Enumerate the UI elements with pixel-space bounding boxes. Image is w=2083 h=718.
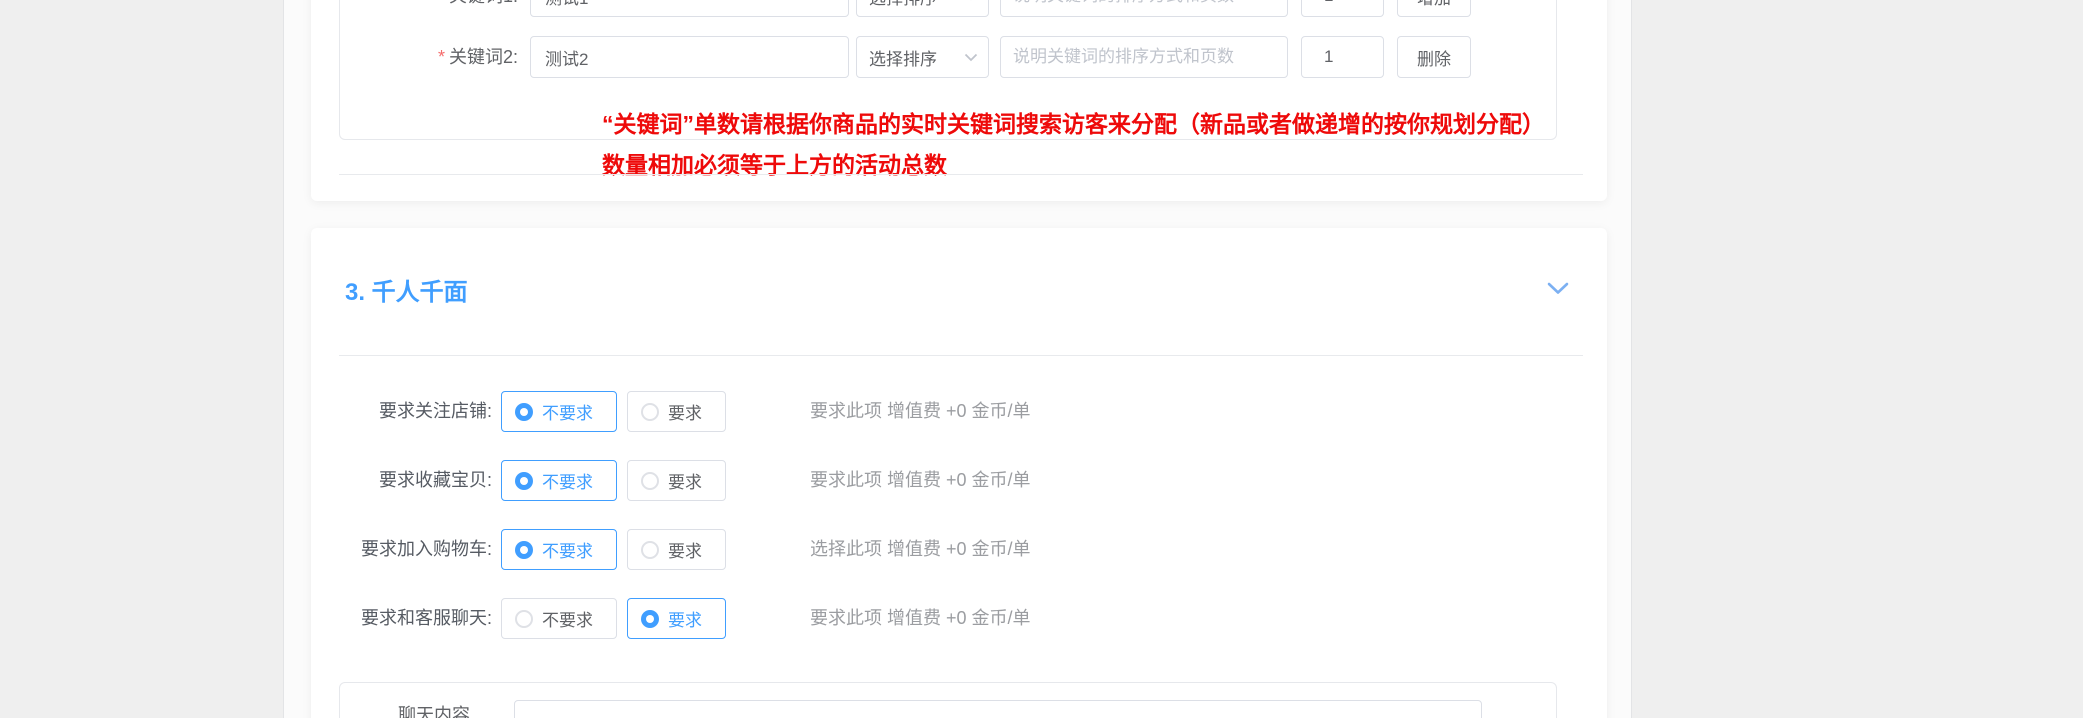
- radio-label: 要求: [668, 537, 702, 562]
- radio-required[interactable]: 要求: [627, 529, 726, 570]
- keyword-row-1: *关键词1: 选择排序 增加: [0, 0, 2083, 17]
- radio-label: 不要求: [542, 606, 593, 631]
- warning-line-2: 数量相加必须等于上方的活动总数: [602, 145, 1545, 186]
- chevron-down-icon: [964, 53, 978, 62]
- chat-service-row: 要求和客服聊天: 不要求 要求 要求此项 增值费 +0 金币/单: [0, 598, 2083, 639]
- section-title: 3. 千人千面: [345, 272, 468, 307]
- keyword-2-label: *关键词2:: [404, 36, 518, 78]
- favorite-item-label: 要求收藏宝贝:: [300, 460, 492, 501]
- chevron-down-icon: [964, 0, 978, 1]
- keyword-1-sort-desc-input[interactable]: [1000, 0, 1288, 17]
- radio-required[interactable]: 要求: [627, 598, 726, 639]
- surcharge-note: 要求此项 增值费 +0 金币/单: [810, 460, 1031, 501]
- page: *关键词1: 选择排序 增加 *关键词2: 选择排序 删除 “关键词”单数请根: [0, 0, 2083, 718]
- follow-shop-label: 要求关注店铺:: [300, 391, 492, 432]
- keyword-2-count-input[interactable]: [1301, 36, 1384, 78]
- add-to-cart-label: 要求加入购物车:: [300, 529, 492, 570]
- add-keyword-button[interactable]: 增加: [1397, 0, 1471, 17]
- required-asterisk: *: [438, 0, 445, 6]
- radio-label: 要求: [668, 399, 702, 424]
- radio-label: 不要求: [542, 399, 593, 424]
- surcharge-note: 选择此项 增值费 +0 金币/单: [810, 529, 1031, 570]
- keyword-row-2: *关键词2: 选择排序 删除: [0, 36, 2083, 78]
- add-to-cart-row: 要求加入购物车: 不要求 要求 选择此项 增值费 +0 金币/单: [0, 529, 2083, 570]
- keyword-1-count-input[interactable]: [1301, 0, 1384, 17]
- keyword-1-label: *关键词1:: [404, 0, 518, 17]
- radio-selected-icon: [515, 403, 533, 421]
- sort-select-value: 选择排序: [869, 0, 937, 9]
- radio-selected-icon: [515, 541, 533, 559]
- radio-unselected-icon: [641, 403, 659, 421]
- radio-not-required[interactable]: 不要求: [501, 598, 617, 639]
- radio-not-required[interactable]: 不要求: [501, 460, 617, 501]
- follow-shop-row: 要求关注店铺: 不要求 要求 要求此项 增值费 +0 金币/单: [0, 391, 2083, 432]
- sort-select-value: 选择排序: [869, 45, 937, 70]
- radio-selected-icon: [641, 610, 659, 628]
- keyword-1-sort-select[interactable]: 选择排序: [856, 0, 989, 17]
- radio-label: 要求: [668, 606, 702, 631]
- radio-unselected-icon: [641, 472, 659, 490]
- keyword-2-sort-desc-input[interactable]: [1000, 36, 1288, 78]
- surcharge-note: 要求此项 增值费 +0 金币/单: [810, 391, 1031, 432]
- keyword-2-sort-select[interactable]: 选择排序: [856, 36, 989, 78]
- surcharge-note: 要求此项 增值费 +0 金币/单: [810, 598, 1031, 639]
- keyword-1-input[interactable]: [530, 0, 849, 17]
- radio-label: 要求: [668, 468, 702, 493]
- radio-selected-icon: [515, 472, 533, 490]
- favorite-item-row: 要求收藏宝贝: 不要求 要求 要求此项 增值费 +0 金币/单: [0, 460, 2083, 501]
- delete-keyword-button[interactable]: 删除: [1397, 36, 1471, 78]
- divider: [339, 174, 1583, 175]
- radio-required[interactable]: 要求: [627, 391, 726, 432]
- keyword-2-input[interactable]: [530, 36, 849, 78]
- radio-label: 不要求: [542, 468, 593, 493]
- required-asterisk: *: [438, 47, 445, 67]
- warning-line-1: “关键词”单数请根据你商品的实时关键词搜索访客来分配（新品或者做递增的按你规划分…: [602, 104, 1545, 145]
- chat-service-label: 要求和客服聊天:: [300, 598, 492, 639]
- radio-required[interactable]: 要求: [627, 460, 726, 501]
- divider: [339, 355, 1583, 356]
- radio-not-required[interactable]: 不要求: [501, 529, 617, 570]
- chat-content-input[interactable]: [514, 700, 1482, 718]
- radio-not-required[interactable]: 不要求: [501, 391, 617, 432]
- chat-content-label: 聊天内容: [398, 701, 470, 718]
- radio-label: 不要求: [542, 537, 593, 562]
- collapse-chevron-icon[interactable]: [1545, 278, 1571, 298]
- radio-unselected-icon: [515, 610, 533, 628]
- radio-unselected-icon: [641, 541, 659, 559]
